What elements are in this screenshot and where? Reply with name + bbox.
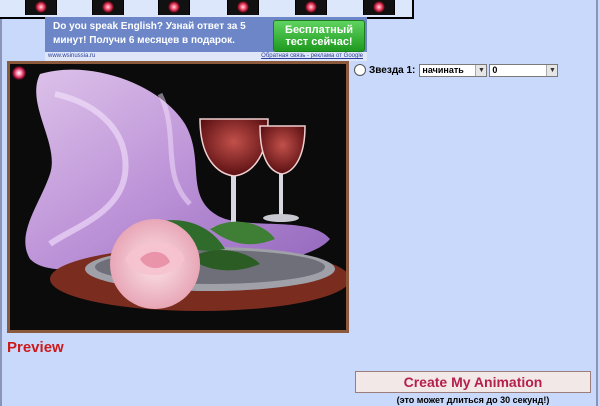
star-1-radio[interactable] xyxy=(354,64,366,76)
ad-cta-line2: тест сейчас! xyxy=(285,36,353,48)
star-1-number-select[interactable]: 0 ▼ xyxy=(489,63,559,77)
star-thumbnail-4[interactable] xyxy=(227,0,259,15)
animation-image xyxy=(7,61,349,333)
star-thumbnail-3[interactable] xyxy=(158,0,190,15)
ad-text[interactable]: Do you speak English? Узнай ответ за 5 м… xyxy=(53,20,275,48)
page-left-border xyxy=(0,0,2,406)
image-illustration xyxy=(10,64,346,330)
star-1-control: Звезда 1: начинать ▼ 0 ▼ xyxy=(354,62,559,78)
page-right-border xyxy=(596,0,598,406)
ad-cta-line1: Бесплатный xyxy=(285,24,353,36)
star-thumbnail-2[interactable] xyxy=(92,0,124,15)
ad-banner[interactable]: Do you speak English? Узнай ответ за 5 м… xyxy=(45,17,367,61)
create-duration-note: (это может длиться до 30 секунд!) xyxy=(396,395,550,405)
star-1-action-value: начинать xyxy=(422,65,464,75)
star-1-action-select[interactable]: начинать ▼ xyxy=(419,63,488,77)
star-thumbnail-5[interactable] xyxy=(295,0,327,15)
ad-footer: www.wsinussia.ru Обратная связь - реклам… xyxy=(45,52,367,61)
ad-url[interactable]: www.wsinussia.ru xyxy=(48,52,95,61)
ad-cta-button[interactable]: Бесплатный тест сейчас! xyxy=(273,20,365,52)
star-1-number-value: 0 xyxy=(492,65,498,75)
chevron-down-icon[interactable]: ▼ xyxy=(475,64,487,76)
star-thumbnail-6[interactable] xyxy=(363,0,395,15)
star-thumbnail-1[interactable] xyxy=(25,0,57,15)
preview-label: Preview xyxy=(7,339,64,356)
chevron-down-icon[interactable]: ▼ xyxy=(546,64,558,76)
sparkle-star-icon xyxy=(12,66,26,80)
star-1-label: Звезда 1: xyxy=(369,64,416,76)
create-animation-button[interactable]: Create My Animation xyxy=(355,371,591,393)
ad-feedback-link[interactable]: Обратная связь - реклама от Google xyxy=(261,52,363,61)
